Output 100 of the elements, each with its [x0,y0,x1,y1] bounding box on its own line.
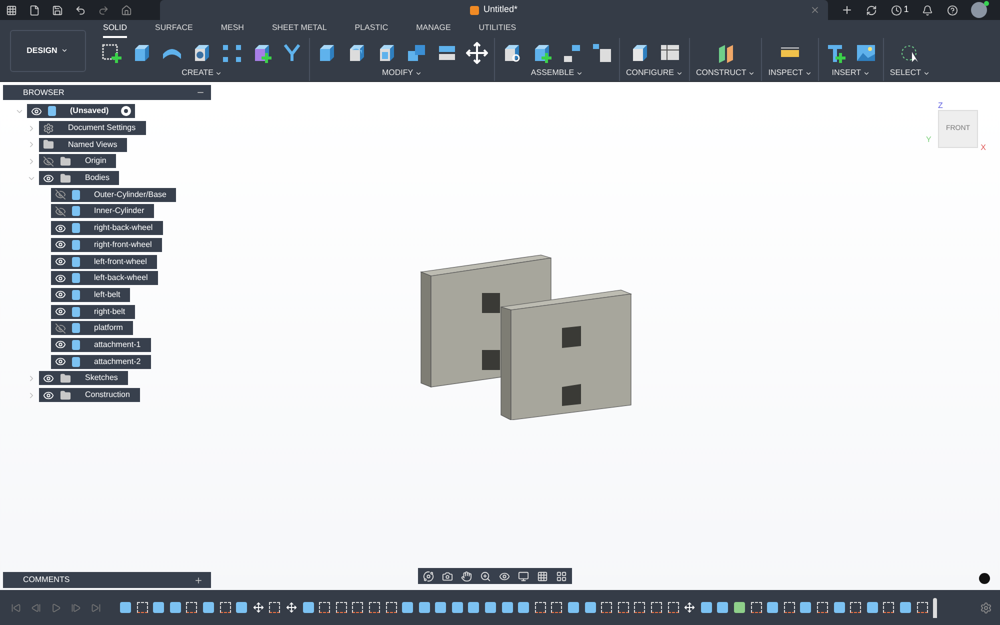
redo-icon[interactable] [98,4,109,16]
browser-item[interactable]: attachment-1 [51,338,151,352]
eye-icon[interactable] [55,222,66,234]
body-icon[interactable] [584,602,596,613]
sketch-icon[interactable] [352,602,364,613]
hidden-eye-icon[interactable] [55,322,66,334]
sketch-icon[interactable] [386,602,396,613]
body-icon[interactable] [236,602,248,613]
save-icon[interactable] [52,4,63,16]
notification-bell-icon[interactable] [922,4,934,16]
comments-bar[interactable]: COMMENTS [3,572,211,588]
body-icon[interactable] [717,602,728,613]
body-icon[interactable] [120,602,131,613]
ribbon-group-menu[interactable]: CREATE [182,67,222,79]
browser-item[interactable]: Inner-Cylinder [51,204,154,218]
sketch-plus-icon[interactable] [101,42,123,64]
move-icon[interactable] [286,602,297,613]
body-icon[interactable] [302,602,314,613]
eye-icon[interactable] [55,289,66,300]
body-icon[interactable] [435,602,446,613]
browser-item[interactable]: Sketches [39,371,128,386]
apps-grid-icon[interactable] [6,4,17,16]
body-icon[interactable] [518,602,530,613]
sketch-icon[interactable] [784,602,795,613]
body-icon[interactable] [402,602,414,613]
ribbon-group-menu[interactable]: INSPECT [768,67,812,79]
skip-start-icon[interactable] [11,602,21,612]
hidden-eye-icon[interactable] [55,206,66,217]
sketch-icon[interactable] [668,602,679,613]
new-tab-icon[interactable] [840,4,853,16]
sketch-icon[interactable] [136,602,148,613]
eye-icon[interactable] [55,256,66,268]
eye-icon[interactable] [43,172,54,184]
fork-icon[interactable] [281,42,303,64]
ribbon-tab[interactable]: UTILITIES [478,22,516,38]
skip-end-icon[interactable] [91,602,101,612]
body-icon[interactable] [568,602,580,613]
ribbon-group-menu[interactable]: SELECT [890,67,930,79]
file-icon[interactable] [29,4,40,16]
browser-item[interactable]: Origin [39,154,116,168]
sketch-icon[interactable] [319,602,330,613]
move-icon[interactable] [252,602,264,613]
grid-icon[interactable] [537,570,548,582]
eye-icon[interactable] [31,106,42,117]
eye-icon[interactable] [43,390,54,401]
ribbon-group-menu[interactable]: ASSEMBLE [530,67,584,79]
body-icon[interactable] [834,602,845,613]
pattern-icon[interactable] [221,42,243,64]
browser-item[interactable]: right-front-wheel [51,238,162,252]
eye-icon[interactable] [55,339,66,350]
sketch-icon[interactable] [534,602,546,613]
move-icon[interactable] [684,602,696,613]
sketch-icon[interactable] [618,602,629,613]
browser-item[interactable]: right-belt [51,304,136,319]
browser-item[interactable]: Bodies [39,171,120,186]
sync-icon[interactable] [866,4,878,16]
ribbon-tab[interactable]: SURFACE [155,22,193,38]
sketch-icon[interactable] [651,602,662,613]
ribbon-group-menu[interactable]: INSERT [832,67,870,79]
body-icon[interactable] [452,602,463,613]
move-icon[interactable] [466,42,488,64]
look-icon[interactable] [499,570,510,582]
sketch-icon[interactable] [551,602,562,613]
undo-icon[interactable] [75,4,86,16]
help-icon[interactable] [946,4,958,16]
body-icon[interactable] [700,602,712,613]
play-icon[interactable] [51,602,61,612]
ribbon-tab[interactable]: PLASTIC [354,22,388,38]
ribbon-group-menu[interactable]: MODIFY [382,67,422,79]
hidden-eye-icon[interactable] [55,189,66,200]
sketch-icon[interactable] [634,602,646,613]
ribbon-tab[interactable]: SHEET METAL [272,22,327,38]
sketch-icon[interactable] [850,602,862,613]
browser-item[interactable]: (Unsaved) [27,104,135,118]
viewports-icon[interactable] [556,570,567,582]
ribbon-tab[interactable]: MESH [220,22,244,38]
split-body-icon[interactable] [734,602,745,613]
browser-item[interactable]: attachment-2 [51,354,151,369]
browser-item[interactable]: Document Settings [39,121,146,136]
workspace-dropdown[interactable]: DESIGN [10,30,86,72]
browser-item[interactable]: left-front-wheel [51,254,157,269]
close-icon[interactable] [810,5,820,15]
combine-icon[interactable] [406,42,428,64]
settings-icon[interactable] [980,602,992,614]
sketch-icon[interactable] [336,602,347,613]
body-icon[interactable] [485,602,496,613]
eye-icon[interactable] [55,356,66,368]
sketch-icon[interactable] [750,602,762,613]
eye-icon[interactable] [55,272,66,284]
body-icon[interactable] [767,602,778,613]
camera-icon[interactable] [442,570,453,582]
timeline-marker[interactable] [933,598,938,618]
browser-item[interactable]: Named Views [39,138,128,152]
activate-radio[interactable] [120,106,131,116]
add-comment-icon[interactable] [194,576,203,584]
image-icon[interactable] [854,42,877,64]
body-icon[interactable] [502,602,513,613]
sketch-icon[interactable] [186,602,198,613]
pan-hand-icon[interactable] [461,570,472,582]
browser-item[interactable]: platform [51,321,133,336]
